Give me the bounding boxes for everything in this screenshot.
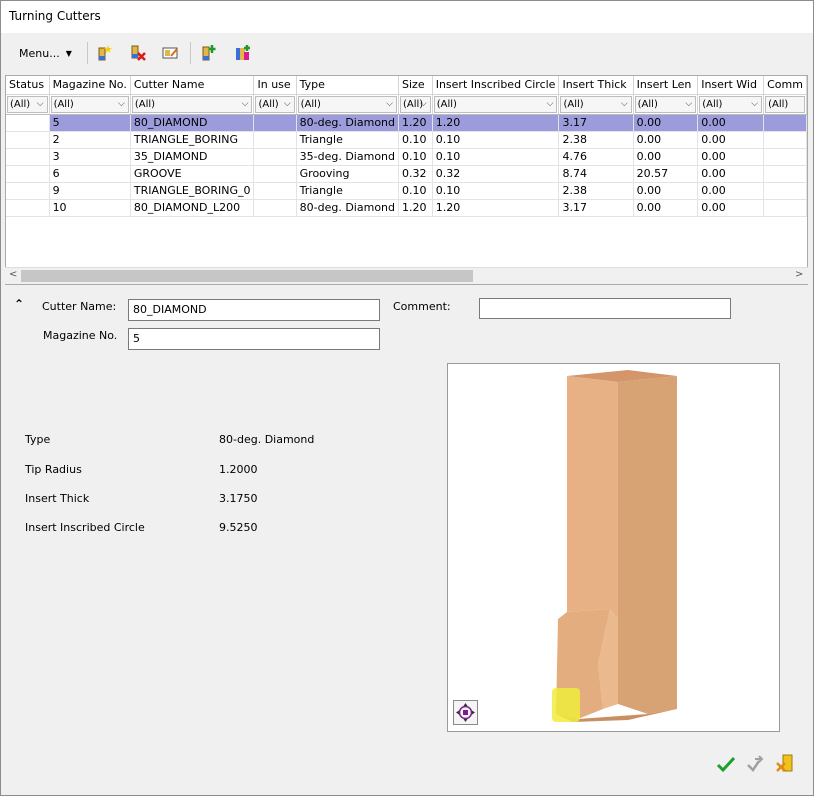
column-header[interactable]: Insert Inscribed Circle <box>432 76 560 95</box>
cutter-name-label: Cutter Name: <box>42 300 117 313</box>
cancel-button[interactable] <box>774 753 796 775</box>
filter-dropdown[interactable]: (All) ⌵ <box>131 95 253 113</box>
column-header[interactable]: Status <box>6 76 50 95</box>
filter-dropdown[interactable]: (All) ⌵ <box>50 95 129 113</box>
cutters-grid: Status Magazine No. Cutter Name In use T… <box>5 75 808 285</box>
comment-input[interactable] <box>479 298 731 319</box>
scroll-right-icon[interactable]: > <box>795 269 803 280</box>
magazine-label: Magazine No. <box>43 329 118 342</box>
chevron-down-icon: ⌵ <box>419 98 427 109</box>
property-name: Insert Inscribed Circle <box>25 521 145 534</box>
filter-dropdown[interactable]: (All) ⌵ <box>255 95 295 113</box>
edit-cutter-icon <box>162 47 178 59</box>
new-cutter-icon <box>98 45 112 61</box>
view-orientation-button[interactable] <box>453 700 478 725</box>
filter-dropdown[interactable]: (All) <box>765 95 805 113</box>
apply-icon <box>747 755 764 772</box>
property-name: Tip Radius <box>25 463 82 476</box>
export-cutter-button[interactable] <box>231 41 255 65</box>
chevron-down-icon: ⌵ <box>241 98 249 109</box>
toolbar: Menu... ▼ <box>1 37 813 69</box>
menu-button[interactable]: Menu... ▼ <box>11 41 81 65</box>
cutter-3d-preview[interactable] <box>447 363 780 732</box>
magazine-input[interactable]: 5 <box>128 328 380 350</box>
chevron-down-icon: ⌵ <box>751 98 759 109</box>
delete-cutter-button[interactable] <box>126 41 150 65</box>
table-row[interactable]: 3 35_DIAMOND 35-deg. Diamond 0.10 0.10 4.76 0.… <box>6 148 807 166</box>
filter-dropdown[interactable]: (All) ⌵ <box>433 95 558 113</box>
comment-label: Comment: <box>393 300 451 313</box>
title-bar: Turning Cutters <box>1 1 813 33</box>
property-value: 3.1750 <box>219 492 258 505</box>
filter-row: (All) ⌵ (All) ⌵ (All) ⌵ (All) ⌵ (All) ⌵ (All)… <box>6 94 807 115</box>
column-header[interactable]: Insert Len <box>633 76 699 95</box>
scroll-left-icon[interactable]: < <box>9 269 17 280</box>
column-header[interactable]: Insert Thick <box>558 76 634 95</box>
table-row[interactable]: 5 80_DIAMOND 80-deg. Diamond 1.20 1.20 3.17 0.… <box>6 114 807 132</box>
cutters-table: Status Magazine No. Cutter Name In use T… <box>6 76 807 217</box>
filter-dropdown[interactable]: (All) ⌵ <box>297 95 397 113</box>
scrollbar-thumb[interactable] <box>21 270 473 282</box>
apply-button[interactable] <box>745 753 767 775</box>
toolbar-separator <box>190 42 191 64</box>
column-header[interactable]: Type <box>296 76 400 95</box>
column-header[interactable]: In use <box>253 76 297 95</box>
collapse-double-up-icon[interactable]: ⌃ <box>14 297 24 311</box>
column-header[interactable]: Size <box>398 76 433 95</box>
table-row[interactable]: 6 GROOVE Grooving 0.32 0.32 8.74 20.57 0.00 <box>6 165 807 183</box>
menu-label: Menu... <box>19 46 60 60</box>
chevron-down-icon: ⌵ <box>546 98 554 109</box>
column-header[interactable]: Cutter Name <box>130 76 255 95</box>
chevron-down-icon: ⌵ <box>386 98 393 109</box>
property-value: 1.2000 <box>219 463 258 476</box>
rotate-view-icon <box>456 703 475 722</box>
chevron-down-icon: ⌵ <box>36 98 44 109</box>
ok-button[interactable] <box>715 753 737 775</box>
filter-dropdown[interactable]: (All) ⌵ <box>634 95 697 113</box>
cancel-icon <box>776 754 793 772</box>
property-name: Insert Thick <box>25 492 90 505</box>
export-cutter-icon <box>236 45 250 60</box>
chevron-down-icon: ⌵ <box>283 98 291 109</box>
import-cutter-icon <box>202 45 216 61</box>
delete-cutter-icon <box>131 45 146 61</box>
ok-check-icon <box>716 756 736 773</box>
window-title: Turning Cutters <box>9 9 101 23</box>
new-cutter-button[interactable] <box>92 41 116 65</box>
turning-cutters-window: Turning Cutters Menu... ▼ Status Magazin… <box>0 0 814 796</box>
column-header[interactable]: Magazine No. <box>49 76 131 95</box>
column-header[interactable]: Comm <box>763 76 807 95</box>
turning-tool-graphic <box>552 370 677 722</box>
chevron-down-icon: ▼ <box>65 48 72 58</box>
edit-cutter-button[interactable] <box>158 41 182 65</box>
table-row[interactable]: 10 80_DIAMOND_L200 80-deg. Diamond 1.20 1.20… <box>6 199 807 217</box>
filter-dropdown[interactable]: (All) ⌵ <box>400 95 431 113</box>
chevron-down-icon: ⌵ <box>118 98 125 109</box>
property-value: 80-deg. Diamond <box>219 433 315 446</box>
filter-dropdown[interactable]: (All) ⌵ <box>7 95 48 113</box>
table-row[interactable]: 2 TRIANGLE_BORING Triangle 0.10 0.10 2.38 0.00… <box>6 131 807 149</box>
chevron-down-icon: ⌵ <box>620 98 628 109</box>
chevron-down-icon: ⌵ <box>685 98 693 109</box>
toolbar-separator <box>87 42 88 64</box>
cutter-name-input[interactable]: 80_DIAMOND <box>128 299 380 321</box>
table-row[interactable]: 9 TRIANGLE_BORING_0 Triangle 0.10 0.10 2.38 0.… <box>6 182 807 200</box>
column-header[interactable]: Insert Wid <box>697 76 765 95</box>
property-value: 9.5250 <box>219 521 258 534</box>
header-row: Status Magazine No. Cutter Name In use T… <box>6 76 807 95</box>
horizontal-scrollbar[interactable]: < > <box>5 267 808 284</box>
filter-dropdown[interactable]: (All) ⌵ <box>560 95 632 113</box>
import-cutter-button[interactable] <box>197 41 221 65</box>
property-name: Type <box>25 433 51 446</box>
filter-dropdown[interactable]: (All) ⌵ <box>699 95 763 113</box>
